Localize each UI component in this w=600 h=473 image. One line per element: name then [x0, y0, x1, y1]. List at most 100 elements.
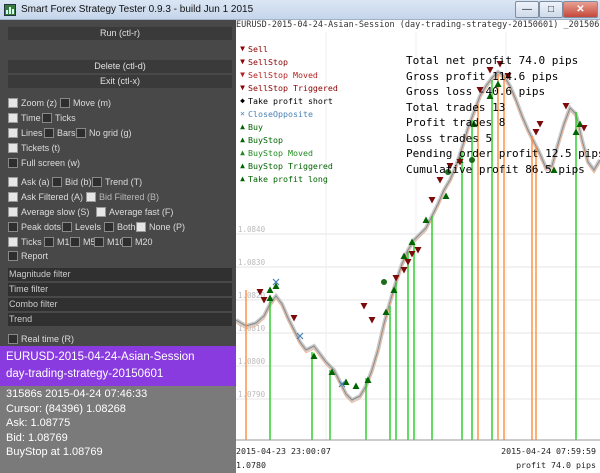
- legend-item: ▼ SellStop Triggered: [238, 81, 338, 94]
- session-name: EURUSD-2015-04-24-Asian-Session: [6, 351, 195, 363]
- no-grid-checkbox[interactable]: No grid (g): [76, 127, 132, 139]
- info-time: 31586s 2015-04-24 07:46:33: [6, 388, 148, 400]
- trend-filter-field[interactable]: Trend: [8, 313, 232, 326]
- legend-label: Take profit short: [248, 95, 333, 106]
- trend-checkbox[interactable]: Trend (T): [92, 176, 142, 188]
- bid-checkbox[interactable]: Bid (b): [52, 176, 92, 188]
- m1-checkbox[interactable]: M1: [44, 236, 70, 248]
- take-profit-marker-icon: [381, 279, 387, 285]
- sell-marker-icon: [404, 259, 412, 266]
- buy-marker-icon: [352, 382, 360, 389]
- move-checkbox[interactable]: Move (m): [60, 97, 111, 109]
- legend-item: ▼ Sell: [238, 42, 338, 55]
- ask-checkbox[interactable]: Ask (a): [8, 176, 50, 188]
- real-time-label: Real time (R): [21, 334, 75, 344]
- levels-checkbox[interactable]: Levels: [62, 221, 101, 233]
- legend-marker-icon: ▼: [240, 44, 245, 53]
- ticks-resolution-checkbox[interactable]: Ticks: [8, 236, 42, 248]
- checkbox-box: [136, 222, 146, 232]
- m20-checkbox[interactable]: M20: [122, 236, 153, 248]
- combo-filter-field[interactable]: Combo filter: [8, 298, 232, 311]
- info-bid: Bid: 1.08769: [6, 431, 68, 444]
- close-button[interactable]: ✕: [563, 1, 598, 18]
- report-checkbox[interactable]: Report: [8, 250, 48, 262]
- bars-checkbox[interactable]: Bars: [44, 127, 76, 139]
- price-chart[interactable]: 1.0840 1.0830 1.0820 1.0810 1.0800 1.0790 EUR…: [236, 20, 600, 473]
- average-fast-checkbox[interactable]: Average fast (F): [96, 206, 173, 218]
- legend-item: ▲ BuyStop: [238, 133, 338, 146]
- checkbox-box: [76, 128, 86, 138]
- bid-filtered-checkbox[interactable]: Bid Filtered (B): [86, 191, 159, 203]
- y-tick-label: 1.0790: [238, 390, 266, 399]
- ask-label: Ask (a): [21, 177, 50, 187]
- legend-item: ◆ Take profit short: [238, 94, 338, 107]
- average-slow-checkbox[interactable]: Average slow (S): [8, 206, 89, 218]
- minimize-button[interactable]: —: [515, 1, 539, 18]
- checkbox-box: [8, 207, 18, 217]
- maximize-button[interactable]: □: [539, 1, 563, 18]
- checkbox-box: [44, 237, 54, 247]
- legend-marker-icon: ▲: [240, 135, 245, 144]
- legend-marker-icon: ✕: [240, 109, 245, 118]
- run-button[interactable]: Run (ctl-r): [8, 27, 232, 40]
- x-axis: 2015-04-23 23:00:07 2015-04-24 07:59:59 …: [236, 440, 600, 473]
- legend-item: ▲ Buy: [238, 120, 338, 133]
- ask-filtered-checkbox[interactable]: Ask Filtered (A): [8, 191, 83, 203]
- stat-line: Total trades 13: [406, 100, 506, 114]
- legend-label: SellStop Triggered: [248, 82, 338, 93]
- both-checkbox[interactable]: Both: [104, 221, 136, 233]
- checkbox-box: [8, 177, 18, 187]
- none-label: None (P): [149, 222, 186, 232]
- average-slow-label: Average slow (S): [21, 207, 90, 217]
- legend-item: ▼ SellStop Moved: [238, 68, 338, 81]
- legend-marker-icon: ▲: [240, 174, 245, 183]
- tickets-checkbox[interactable]: Tickets (t): [8, 142, 60, 154]
- full-screen-label: Full screen (w): [21, 158, 81, 168]
- buy-marker-icon: [266, 286, 274, 293]
- ticks-resolution-label: Ticks: [21, 237, 42, 247]
- legend-label: BuyStop Moved: [248, 147, 313, 158]
- chart-title: EURUSD-2015-04-24-Asian-Session (day-tra…: [236, 20, 600, 30]
- time-filter-field[interactable]: Time filter: [8, 283, 232, 296]
- legend-label: BuyStop: [248, 134, 283, 145]
- cursor-info-panel: 31586s 2015-04-24 07:46:33 Cursor: (8439…: [0, 386, 236, 473]
- checkbox-box: [86, 192, 96, 202]
- checkbox-box: [8, 143, 18, 153]
- y-bottom-label: 1.0780: [236, 460, 266, 470]
- window-title: Smart Forex Strategy Tester 0.9.3 - buil…: [21, 4, 254, 15]
- exit-button[interactable]: Exit (ctl-x): [8, 75, 232, 88]
- m10-checkbox[interactable]: M10: [94, 236, 125, 248]
- ticks-checkbox[interactable]: Ticks: [42, 112, 76, 124]
- report-label: Report: [21, 251, 49, 261]
- legend-item: ▲ Take profit long: [238, 172, 338, 185]
- m5-checkbox[interactable]: M5: [70, 236, 96, 248]
- legend-marker-icon: ▲: [240, 148, 245, 157]
- real-time-checkbox[interactable]: Real time (R): [8, 333, 74, 345]
- checkbox-box: [8, 251, 18, 261]
- checkbox-box: [44, 128, 54, 138]
- full-screen-checkbox[interactable]: Full screen (w): [8, 157, 80, 169]
- legend-label: BuyStop Triggered: [248, 160, 333, 171]
- delete-button[interactable]: Delete (ctl-d): [8, 60, 232, 73]
- m20-label: M20: [135, 237, 153, 247]
- info-order: BuyStop at 1.08769: [6, 446, 103, 458]
- lines-checkbox[interactable]: Lines: [8, 127, 43, 139]
- time-label: Time: [21, 113, 41, 123]
- levels-label: Levels: [75, 222, 102, 232]
- buy-marker-icon: [272, 282, 280, 289]
- bars-label: Bars: [57, 128, 76, 138]
- legend-marker-icon: ▲: [240, 122, 245, 131]
- ask-filtered-label: Ask Filtered (A): [21, 192, 84, 202]
- profit-footer: profit 74.0 pips: [516, 460, 596, 470]
- control-panel: Run (ctl-r) Delete (ctl-d) Exit (ctl-x) …: [0, 20, 236, 473]
- stat-line: Loss trades 5: [406, 131, 493, 145]
- strategy-name: day-trading-strategy-20150601: [6, 368, 164, 380]
- time-checkbox[interactable]: Time: [8, 112, 41, 124]
- x-end-label: 2015-04-24 07:59:59: [501, 446, 596, 456]
- lines-label: Lines: [21, 128, 43, 138]
- magnitude-filter-field[interactable]: Magnitude filter: [8, 268, 232, 281]
- zoom-checkbox[interactable]: Zoom (z): [8, 97, 57, 109]
- none-checkbox[interactable]: None (P): [136, 221, 185, 233]
- peak-dots-checkbox[interactable]: Peak dots: [8, 221, 61, 233]
- stat-line: Pending order profit 12.5 pips: [406, 147, 600, 160]
